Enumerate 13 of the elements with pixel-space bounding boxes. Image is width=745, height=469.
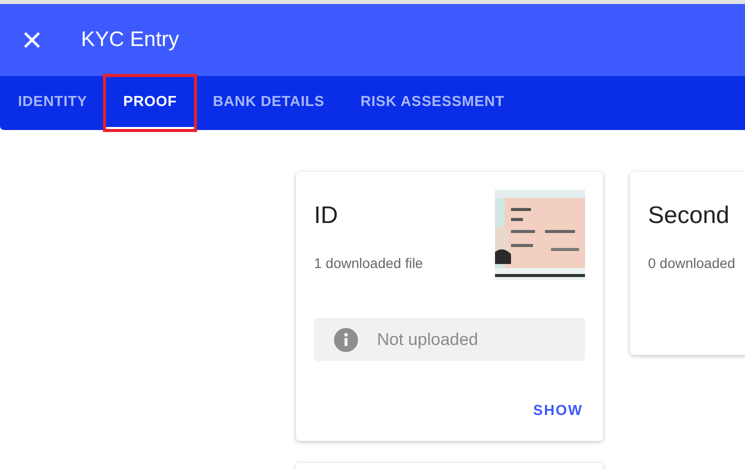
close-icon (23, 31, 41, 49)
show-button[interactable]: SHOW (531, 399, 585, 423)
tab[interactable]: IDENTITY (0, 76, 106, 130)
info-icon (334, 328, 358, 352)
file-count: 0 downloaded (648, 255, 736, 271)
status-text: Not uploaded (377, 330, 478, 350)
card-title: Second (648, 202, 730, 230)
card-title: ID (314, 202, 339, 230)
window-title: KYC Entry (81, 28, 180, 52)
tab[interactable]: RISK ASSESSMENT (342, 76, 523, 130)
tab[interactable]: BANK DETAILS (194, 76, 342, 130)
tab[interactable]: PROOF (105, 76, 195, 130)
file-count: 1 downloaded file (314, 255, 423, 271)
